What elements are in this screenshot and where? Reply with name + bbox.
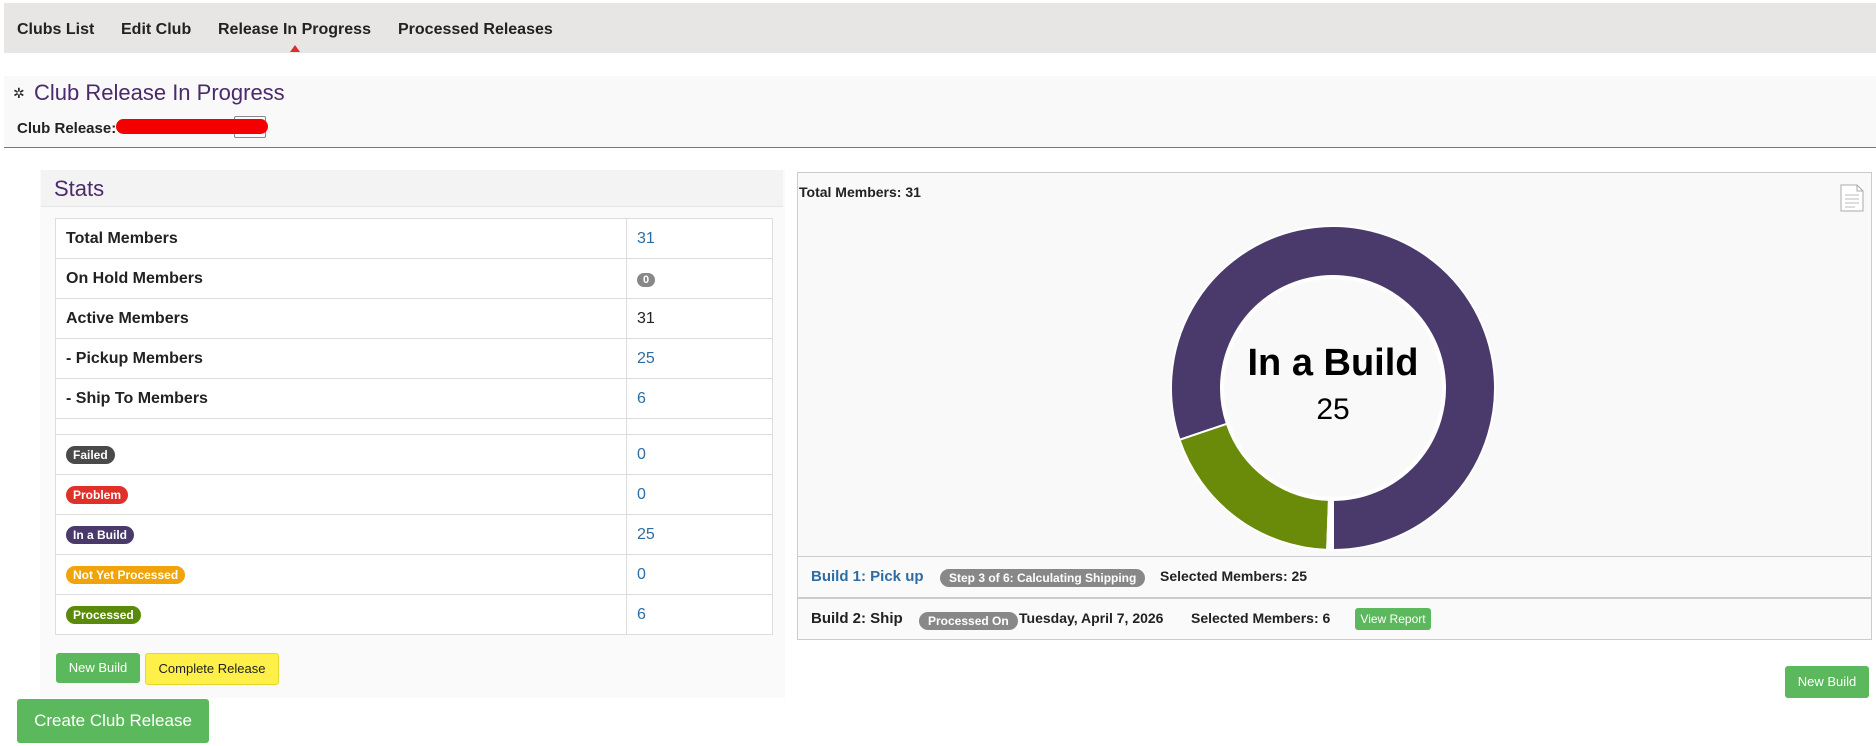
stat-label: Active Members — [55, 298, 627, 339]
donut-center-value: 25 — [1316, 393, 1349, 426]
build-row-1: Build 1: Pick up Step 3 of 6: Calculatin… — [797, 556, 1872, 598]
chart-panel: Total Members: 31 In a Build 25 — [797, 172, 1872, 558]
nav-processed-releases[interactable]: Processed Releases — [398, 21, 553, 39]
build-2-selected-members: Selected Members: 6 — [1191, 610, 1331, 626]
build-1-link[interactable]: Build 1: Pick up — [811, 568, 924, 585]
table-row: - Ship To Members 6 — [55, 378, 773, 419]
nav-edit-club[interactable]: Edit Club — [121, 21, 191, 39]
build-2-name: Build 2: Ship — [811, 610, 903, 627]
nav-release-in-progress[interactable]: Release In Progress — [218, 21, 371, 39]
stat-value-link[interactable]: 25 — [626, 514, 773, 555]
stats-panel: Stats Total Members 31 On Hold Members 0… — [40, 170, 785, 698]
processed-badge: Processed — [66, 605, 141, 624]
page-title: Club Release In Progress — [34, 80, 285, 105]
build-row-2: Build 2: Ship Processed On Tuesday, Apri… — [797, 598, 1872, 640]
donut-slice-processed[interactable] — [1178, 422, 1331, 551]
problem-badge: Problem — [66, 485, 129, 504]
table-row: - Pickup Members 25 — [55, 338, 773, 379]
build-2-date: Tuesday, April 7, 2026 — [1019, 610, 1164, 626]
donut-slice-not-yet-processed[interactable] — [1330, 498, 1334, 552]
stat-value-link[interactable]: 31 — [626, 218, 773, 259]
stat-value-link[interactable]: 6 — [626, 378, 773, 419]
stats-header: Stats — [41, 170, 783, 207]
stat-label: - Ship To Members — [55, 378, 627, 419]
stat-value-link[interactable]: 25 — [626, 338, 773, 379]
stat-value-link[interactable]: 0 — [626, 554, 773, 595]
table-row: Processed 6 — [55, 594, 773, 635]
stats-title: Stats — [54, 176, 105, 201]
failed-badge: Failed — [66, 445, 115, 464]
stat-label: - Pickup Members — [55, 338, 627, 379]
new-build-button[interactable]: New Build — [56, 653, 140, 683]
gear-icon: ✲ — [13, 85, 25, 101]
active-tab-indicator — [290, 45, 300, 52]
on-hold-count-badge: 0 — [637, 272, 656, 287]
table-row: Not Yet Processed 0 — [55, 554, 773, 595]
redacted-club-release-name — [116, 119, 268, 134]
stats-table: Total Members 31 On Hold Members 0 Activ… — [55, 218, 773, 635]
in-a-build-badge: In a Build — [66, 525, 134, 544]
build-2-processed-badge: Processed On — [919, 612, 1018, 630]
build-1-step-badge: Step 3 of 6: Calculating Shipping — [940, 569, 1146, 587]
table-row: Active Members 31 — [55, 298, 773, 339]
table-spacer-row — [55, 418, 773, 435]
stat-label: Total Members — [55, 218, 627, 259]
donut-chart: In a Build 25 — [1170, 225, 1496, 552]
top-nav: Clubs List Edit Club Release In Progress… — [4, 3, 1876, 53]
create-club-release-button[interactable]: Create Club Release — [17, 699, 209, 743]
table-row: Problem 0 — [55, 474, 773, 515]
club-release-label: Club Release: — [17, 120, 117, 137]
table-row: In a Build 25 — [55, 514, 773, 555]
nav-clubs-list[interactable]: Clubs List — [17, 21, 94, 39]
stat-value-link[interactable]: 0 — [626, 434, 773, 475]
table-row: Failed 0 — [55, 434, 773, 475]
stat-value: 31 — [626, 298, 773, 339]
complete-release-button[interactable]: Complete Release — [145, 653, 279, 685]
stat-label: On Hold Members — [55, 258, 627, 299]
donut-center-title: In a Build — [1248, 342, 1419, 384]
build-1-selected-members: Selected Members: 25 — [1160, 568, 1308, 584]
stat-value-link[interactable]: 0 — [626, 474, 773, 515]
new-build-right-button[interactable]: New Build — [1785, 666, 1869, 698]
stat-value-link[interactable]: 6 — [626, 594, 773, 635]
table-row: Total Members 31 — [55, 218, 773, 259]
page-header: ✲ Club Release In Progress Club Release: — [4, 76, 1876, 148]
not-yet-processed-badge: Not Yet Processed — [66, 565, 186, 584]
view-report-button[interactable]: View Report — [1355, 608, 1431, 630]
table-row: On Hold Members 0 — [55, 258, 773, 299]
